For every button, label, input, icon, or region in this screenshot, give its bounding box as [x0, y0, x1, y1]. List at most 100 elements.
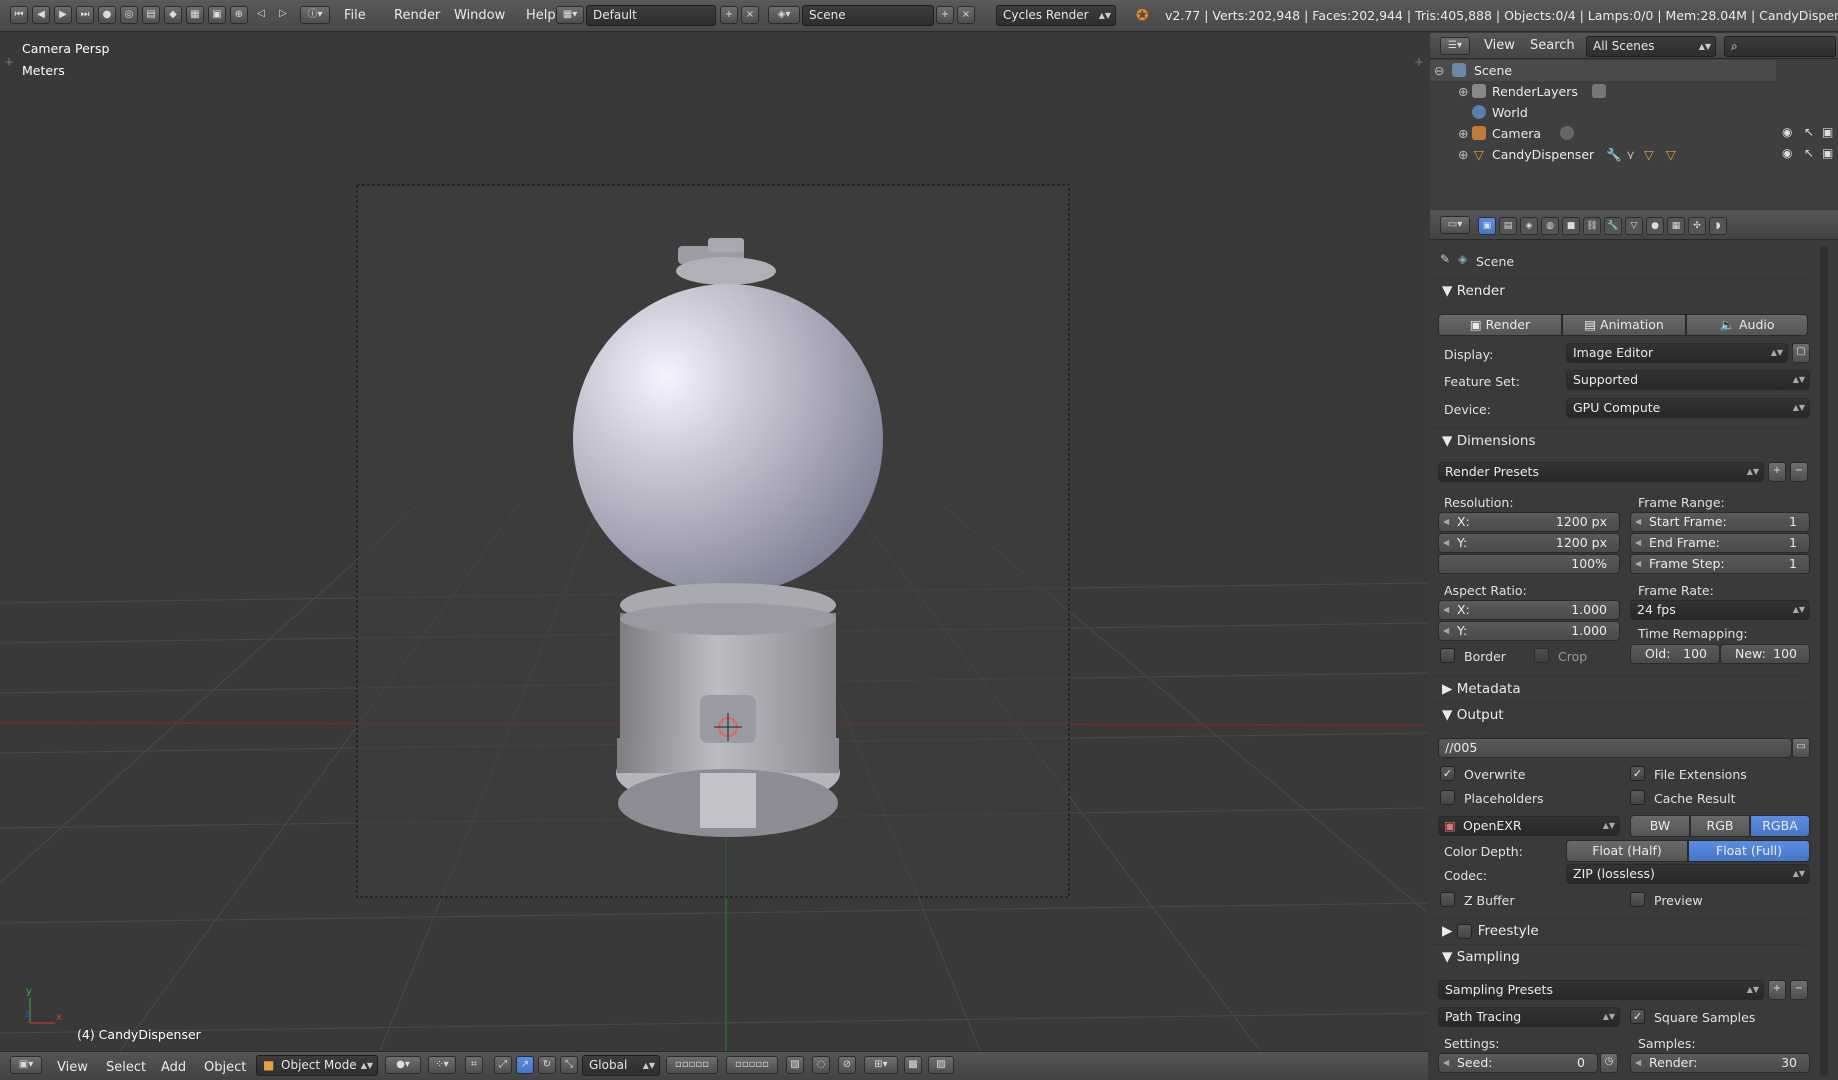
remove-layout-icon[interactable]: ×: [741, 6, 759, 24]
channel-rgb-button[interactable]: RGB: [1690, 815, 1750, 837]
properties-editor-icon[interactable]: ▭▾: [1440, 216, 1470, 234]
properties-shelf-toggle-icon[interactable]: +: [1414, 55, 1424, 69]
overwrite-checkbox[interactable]: ✓: [1440, 766, 1455, 781]
candy-visibility-eye-icon[interactable]: ◉: [1782, 146, 1792, 160]
resolution-y-field[interactable]: ◀ Y: 1200 px: [1438, 533, 1620, 553]
menu-window[interactable]: Window: [454, 8, 505, 23]
scale-icon[interactable]: ⤡: [560, 1056, 578, 1074]
frame-step-field[interactable]: ◀ Frame Step: 1: [1630, 554, 1810, 574]
orientation-select[interactable]: Global ▲▼: [582, 1055, 660, 1076]
checker-icon[interactable]: ▦: [186, 6, 204, 24]
expand-icon[interactable]: ⊕: [1458, 123, 1468, 144]
render-tab-icon[interactable]: ▣: [1478, 217, 1496, 235]
3d-viewport[interactable]: x y z Camera Persp Meters (4) CandyDispe…: [0, 33, 1428, 1051]
feature-set-select[interactable]: Supported ▲▼: [1566, 370, 1810, 390]
square-samples-checkbox[interactable]: ✓: [1630, 1009, 1645, 1024]
outliner-search-input[interactable]: ⌕: [1724, 36, 1836, 57]
add-preset-icon[interactable]: +: [1768, 462, 1786, 482]
proportional-edit-icon[interactable]: ◌: [812, 1056, 830, 1074]
menu-object[interactable]: Object: [204, 1060, 246, 1075]
back-arrow-icon[interactable]: ◁: [252, 6, 270, 24]
jump-start-icon[interactable]: ⏮: [10, 6, 28, 24]
render-section-header[interactable]: ▼ Render: [1432, 278, 1806, 302]
frame-rate-select[interactable]: 24 fps ▲▼: [1630, 600, 1810, 620]
play-icon[interactable]: ▶: [54, 6, 72, 24]
border-checkbox[interactable]: [1440, 648, 1455, 663]
remap-old-field[interactable]: Old: 100: [1630, 644, 1720, 664]
layout-select[interactable]: Default: [586, 5, 716, 26]
info-editor-icon[interactable]: ⓘ▾: [300, 6, 330, 24]
layout-icon[interactable]: ▦▾: [556, 6, 584, 24]
outliner-editor-icon[interactable]: ☰▾: [1440, 37, 1470, 55]
translate-icon[interactable]: ↗: [516, 1056, 534, 1074]
modifiers-tab-icon[interactable]: 🔧: [1604, 217, 1622, 235]
camera-select-cursor-icon[interactable]: ↖: [1804, 125, 1814, 139]
file-format-select[interactable]: ▣ OpenEXR ▲▼: [1438, 816, 1620, 836]
new-file-icon[interactable]: ▤: [142, 6, 160, 24]
aspect-x-field[interactable]: ◀ X: 1.000: [1438, 600, 1620, 620]
resolution-percent-field[interactable]: 100%: [1438, 554, 1620, 574]
codec-select[interactable]: ZIP (lossless) ▲▼: [1566, 864, 1810, 884]
shield-icon[interactable]: ◆: [164, 6, 182, 24]
viewport-canvas[interactable]: x y z: [0, 33, 1428, 1051]
output-section-header[interactable]: ▼ Output: [1432, 702, 1806, 726]
physics-tab-icon[interactable]: ◗: [1709, 217, 1727, 235]
file-extensions-checkbox[interactable]: ✓: [1630, 766, 1645, 781]
camera-render-icon[interactable]: ▩: [904, 1056, 922, 1074]
render-samples-field[interactable]: ◀ Render: 30: [1630, 1053, 1810, 1073]
renderlayers-tab-icon[interactable]: ▤: [1499, 217, 1517, 235]
forward-arrow-icon[interactable]: ▷: [274, 6, 292, 24]
properties-scrollbar[interactable]: [1820, 246, 1828, 1076]
data-tab-icon[interactable]: ▽: [1625, 217, 1643, 235]
animated-seed-icon[interactable]: ◷: [1600, 1053, 1618, 1073]
outliner-item-renderlayers[interactable]: ⊕ RenderLayers: [1430, 81, 1776, 102]
render-engine-select[interactable]: Cycles Render ▲▼: [996, 5, 1116, 26]
sampling-section-header[interactable]: ▼ Sampling: [1432, 944, 1806, 968]
camera-visibility-eye-icon[interactable]: ◉: [1782, 125, 1792, 139]
channel-rgba-button[interactable]: RGBA: [1750, 815, 1810, 837]
plus-circle-icon[interactable]: ⊕: [230, 6, 248, 24]
display-select[interactable]: Image Editor ▲▼: [1566, 343, 1788, 363]
snap-target-icon[interactable]: ⊞▾: [864, 1056, 898, 1074]
outliner-filter-select[interactable]: All Scenes ▲▼: [1586, 36, 1716, 57]
snap-element-icon[interactable]: ⊘: [838, 1056, 856, 1074]
outliner-item-scene[interactable]: ⊖ Scene: [1430, 60, 1776, 81]
pin-icon[interactable]: ✎: [1440, 252, 1450, 266]
render-button[interactable]: ▣ Render: [1438, 314, 1562, 336]
menu-help[interactable]: Help: [526, 8, 556, 23]
world-tab-icon[interactable]: ◍: [1541, 217, 1559, 235]
depth-half-button[interactable]: Float (Half): [1566, 840, 1688, 862]
menu-select[interactable]: Select: [106, 1060, 146, 1075]
lock-layer-icon[interactable]: ▧: [786, 1056, 804, 1074]
end-frame-field[interactable]: ◀ End Frame: 1: [1630, 533, 1810, 553]
sphere-icon[interactable]: ◎: [120, 6, 138, 24]
expand-icon[interactable]: ⊕: [1458, 81, 1468, 102]
rotate-icon[interactable]: ↻: [538, 1056, 556, 1074]
resolution-x-field[interactable]: ◀ X: 1200 px: [1438, 512, 1620, 532]
prev-frame-icon[interactable]: ◀: [32, 6, 50, 24]
collapse-icon[interactable]: ⊖: [1434, 60, 1444, 81]
add-scene-icon[interactable]: +: [936, 6, 954, 24]
remove-sampling-preset-icon[interactable]: −: [1790, 980, 1808, 1000]
texture-tab-icon[interactable]: ▦: [1667, 217, 1685, 235]
snap-icon[interactable]: ⌗: [465, 1056, 483, 1074]
menu-view[interactable]: View: [57, 1060, 88, 1075]
editor-type-icon[interactable]: ▣▾: [10, 1056, 42, 1074]
depth-full-button[interactable]: Float (Full): [1688, 840, 1810, 862]
metadata-section-header[interactable]: ▶ Metadata: [1432, 676, 1806, 700]
object-tab-icon[interactable]: ■: [1562, 217, 1580, 235]
constraints-tab-icon[interactable]: ⛓: [1583, 217, 1601, 235]
shading-mode-icon[interactable]: ●▾: [385, 1056, 421, 1074]
audio-button[interactable]: 🔈 Audio: [1686, 314, 1808, 336]
preview-checkbox[interactable]: [1630, 892, 1645, 907]
dimensions-section-header[interactable]: ▼ Dimensions: [1432, 428, 1806, 452]
device-select[interactable]: GPU Compute ▲▼: [1566, 398, 1810, 418]
pivot-icon[interactable]: ⁘▾: [428, 1056, 456, 1074]
sampling-presets-select[interactable]: Sampling Presets ▲▼: [1438, 980, 1764, 1000]
record-icon[interactable]: ●: [98, 6, 116, 24]
animation-button[interactable]: ▤ Animation: [1562, 314, 1686, 336]
outliner-menu-search[interactable]: Search: [1530, 38, 1575, 53]
camera-render-toggle-icon[interactable]: ▣: [1822, 125, 1833, 139]
layers-grid-a[interactable]: ▫▫▫▫▫: [666, 1056, 718, 1074]
start-frame-field[interactable]: ◀ Start Frame: 1: [1630, 512, 1810, 532]
